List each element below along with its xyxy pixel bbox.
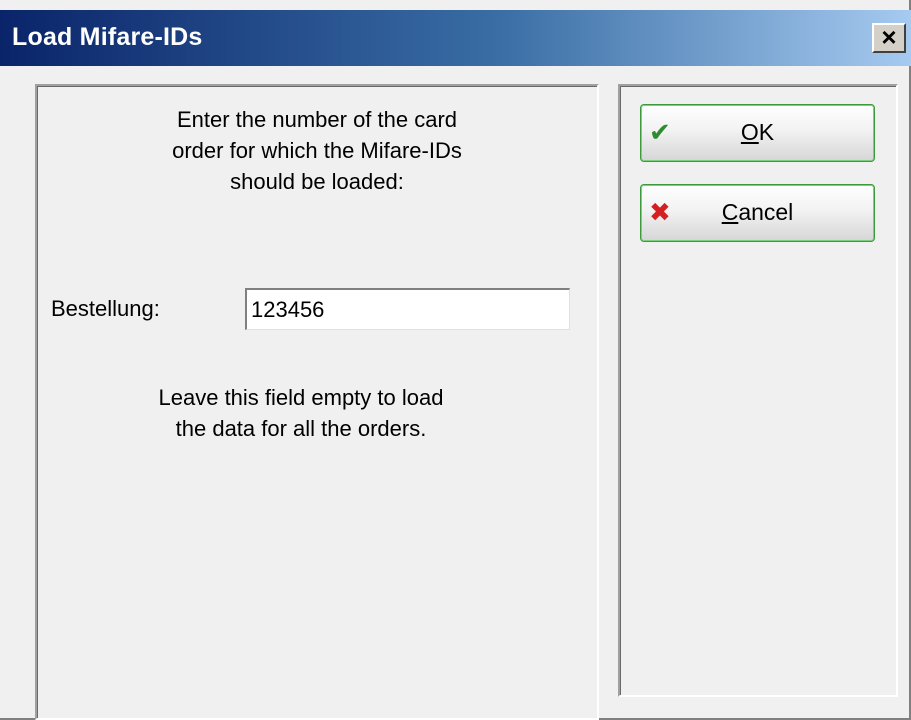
cancel-button[interactable]: ✖ Cancel	[640, 184, 875, 242]
button-panel: ✔ OK ✖ Cancel	[618, 84, 898, 697]
order-field-label: Bestellung:	[51, 296, 160, 321]
dialog-window: Load Mifare-IDs × Enter the number of th…	[0, 0, 911, 720]
order-number-input[interactable]	[245, 288, 570, 330]
content-panel: Enter the number of the card order for w…	[35, 84, 599, 720]
window-title: Load Mifare-IDs	[12, 23, 203, 51]
hint-text: Leave this field empty to load the data …	[158, 385, 444, 441]
ok-button-label: OK	[740, 119, 775, 145]
cancel-button-label: Cancel	[721, 199, 794, 225]
title-bar[interactable]: Load Mifare-IDs ×	[0, 10, 911, 66]
close-icon: ×	[881, 22, 897, 52]
ok-button[interactable]: ✔ OK	[640, 104, 875, 162]
close-button[interactable]: ×	[872, 23, 906, 53]
instruction-text: Enter the number of the card order for w…	[172, 107, 462, 194]
